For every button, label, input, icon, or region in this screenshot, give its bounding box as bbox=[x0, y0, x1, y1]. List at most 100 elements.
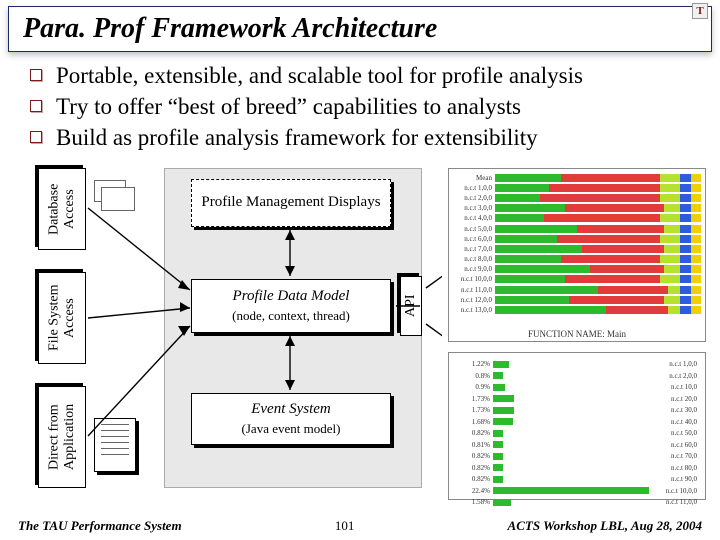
bar-segment bbox=[660, 184, 681, 192]
bar-row: n.c.t 12,0,0 bbox=[453, 295, 701, 304]
bar-segment bbox=[680, 225, 690, 233]
bar-segment bbox=[691, 225, 701, 233]
bar-segment bbox=[691, 306, 701, 314]
bullet-item: Build as profile analysis framework for … bbox=[30, 124, 700, 153]
bar-segment bbox=[680, 245, 690, 253]
esys-subtitle: (Java event model) bbox=[242, 422, 341, 437]
bar-segment bbox=[495, 255, 561, 263]
bar-segment bbox=[660, 174, 681, 182]
bar-segment bbox=[660, 194, 681, 202]
bar-track bbox=[495, 225, 701, 233]
bar-row: n.c.t 11,0,0 bbox=[453, 285, 701, 294]
hist-right-label: n.c.t 90,0 bbox=[671, 475, 697, 483]
bar-segment bbox=[691, 245, 701, 253]
bar-segment bbox=[495, 214, 544, 222]
bar-segment bbox=[565, 204, 664, 212]
bar-track bbox=[495, 245, 701, 253]
screenshot-panel: Meann.c.t 1,0,0n.c.t 2,0,0n.c.t 3,0,0n.c… bbox=[448, 168, 706, 504]
bar-segment bbox=[569, 296, 664, 304]
bar-segment bbox=[680, 306, 690, 314]
logo-badge: T bbox=[692, 3, 708, 19]
bar-segment bbox=[691, 174, 701, 182]
hist-pct-label: 0.81% bbox=[453, 441, 493, 449]
bar-segment bbox=[660, 235, 681, 243]
hist-right-label: n.c.t 60,0 bbox=[671, 441, 697, 449]
bar-row-label: n.c.t 12,0,0 bbox=[453, 296, 495, 304]
hist-right-label: n.c.t 50,0 bbox=[671, 429, 697, 437]
bar-segment bbox=[680, 296, 690, 304]
hist-bar bbox=[493, 372, 503, 379]
bar-segment bbox=[691, 286, 701, 294]
hist-row: 1.58% n.c.t 11,0,0 bbox=[453, 497, 701, 507]
bar-track bbox=[495, 296, 701, 304]
hist-row: 0.82% n.c.t 50,0 bbox=[453, 428, 701, 438]
footer-right: ACTS Workshop LBL, Aug 28, 2004 bbox=[508, 518, 702, 534]
bar-segment bbox=[680, 286, 690, 294]
bar-row-label: n.c.t 13,0,0 bbox=[453, 306, 495, 314]
hist-row: 1.73%n.c.t 20,0 bbox=[453, 394, 701, 404]
bar-segment bbox=[680, 194, 690, 202]
bar-segment bbox=[680, 255, 690, 263]
bar-segment bbox=[495, 194, 540, 202]
hist-bar bbox=[493, 441, 503, 448]
bullet-icon bbox=[30, 100, 42, 112]
database-icon bbox=[94, 180, 126, 202]
box-api: API bbox=[400, 276, 422, 336]
chart-caption: FUNCTION NAME: Main bbox=[449, 329, 705, 339]
bar-segment bbox=[606, 306, 668, 314]
bar-segment bbox=[590, 265, 664, 273]
hist-row: 22.4%n.c.t 10,0,0 bbox=[453, 486, 701, 496]
hist-pct-label: 0.8% bbox=[453, 372, 493, 380]
bar-row: Mean bbox=[453, 173, 701, 182]
bar-track bbox=[495, 235, 701, 243]
hist-row: 0.82%n.c.t 70,0 bbox=[453, 451, 701, 461]
hist-right-label: n.c.t 30,0 bbox=[671, 406, 697, 414]
bullet-item: Portable, extensible, and scalable tool … bbox=[30, 62, 700, 91]
bar-segment bbox=[495, 184, 549, 192]
bar-segment bbox=[680, 214, 690, 222]
bullet-icon bbox=[30, 69, 42, 81]
footer-page-number: 101 bbox=[335, 518, 355, 534]
hist-bar bbox=[493, 430, 503, 437]
bar-row-label: n.c.t 5,0,0 bbox=[453, 225, 495, 233]
bullet-text: Portable, extensible, and scalable tool … bbox=[56, 62, 583, 91]
bar-row: n.c.t 6,0,0 bbox=[453, 234, 701, 243]
box-event-system: Event System (Java event model) bbox=[191, 393, 391, 445]
bar-row-label: n.c.t 7,0,0 bbox=[453, 245, 495, 253]
bar-row: n.c.t 9,0,0 bbox=[453, 265, 701, 274]
hist-pct-label: 1.22% bbox=[453, 360, 493, 368]
stacked-bar-chart: Meann.c.t 1,0,0n.c.t 2,0,0n.c.t 3,0,0n.c… bbox=[448, 168, 706, 342]
bar-segment bbox=[691, 296, 701, 304]
bar-segment bbox=[691, 265, 701, 273]
hist-bar bbox=[493, 407, 514, 414]
hist-row: 0.82%n.c.t 80,0 bbox=[453, 463, 701, 473]
hist-right-label: n.c.t 11,0,0 bbox=[666, 498, 697, 506]
bar-row: n.c.t 1,0,0 bbox=[453, 183, 701, 192]
bar-segment bbox=[691, 214, 701, 222]
bar-track bbox=[495, 174, 701, 182]
pdm-title: Profile Data Model bbox=[233, 288, 350, 305]
bar-track bbox=[495, 306, 701, 314]
footer: The TAU Performance System 101 ACTS Work… bbox=[0, 518, 720, 534]
bar-segment bbox=[561, 174, 660, 182]
hist-right-label: n.c.t 2,0,0 bbox=[669, 372, 697, 380]
hist-bar bbox=[493, 361, 509, 368]
bar-segment bbox=[664, 225, 680, 233]
esys-title: Event System bbox=[251, 401, 331, 418]
bar-segment bbox=[664, 265, 680, 273]
hist-pct-label: 0.82% bbox=[453, 429, 493, 437]
bullet-item: Try to offer “best of breed” capabilitie… bbox=[30, 93, 700, 122]
bullet-icon bbox=[30, 131, 42, 143]
bar-row-label: n.c.t 10,0,0 bbox=[453, 275, 495, 283]
bar-segment bbox=[680, 174, 690, 182]
center-panel: Profile Management Displays Profile Data… bbox=[164, 168, 422, 488]
hist-pct-label: 1.58% bbox=[453, 498, 493, 506]
hist-bar bbox=[493, 464, 503, 471]
box-file-system-access: File System Access bbox=[38, 272, 86, 364]
bar-segment bbox=[495, 275, 565, 283]
bar-row: n.c.t 13,0,0 bbox=[453, 305, 701, 314]
bar-segment bbox=[495, 204, 565, 212]
bar-segment bbox=[680, 204, 690, 212]
box-direct-from-application: Direct from Application bbox=[38, 386, 86, 488]
hist-bar bbox=[493, 487, 649, 494]
